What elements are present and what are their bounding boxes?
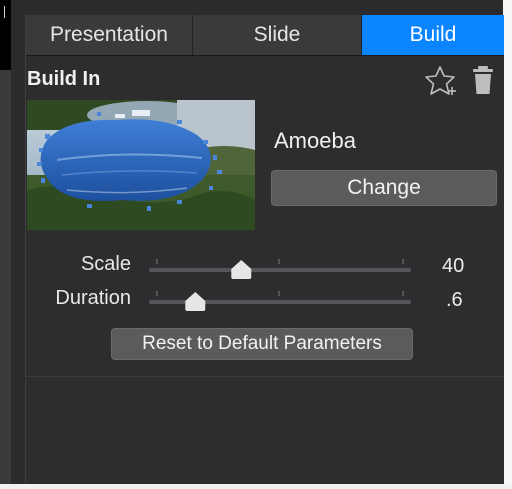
section-title: Build In [27,68,101,90]
trash-icon[interactable] [472,65,494,95]
right-edge [503,0,512,489]
reset-default-parameters-button[interactable]: Reset to Default Parameters [111,328,413,360]
effect-name: Amoeba [274,128,356,153]
left-edge [0,0,11,489]
star-plus-icon[interactable] [424,65,458,97]
scale-value: 40 [442,255,465,277]
left-edge-lower [0,70,11,489]
duration-value: .6 [446,289,463,311]
scale-slider[interactable] [149,255,411,281]
effect-preview-thumbnail [27,100,255,230]
bottom-edge [0,484,512,489]
duration-label: Duration [55,287,131,309]
inspector-tabs: Presentation Slide Build [26,15,504,56]
edge-tick [4,6,5,18]
slider-ticks [156,259,404,264]
duration-slider[interactable] [149,287,411,313]
tab-slide[interactable]: Slide [193,15,362,55]
section-divider [26,376,504,377]
inspector-panel: Presentation Slide Build Build In Amoeba… [25,15,504,484]
slider-thumb[interactable] [185,292,206,311]
tab-build[interactable]: Build [362,15,504,55]
scale-label: Scale [80,253,131,275]
slider-thumb[interactable] [231,260,252,279]
change-button[interactable]: Change [271,170,497,206]
slider-track [149,268,411,272]
app-window: Presentation Slide Build Build In Amoeba… [0,0,512,489]
tab-presentation[interactable]: Presentation [26,15,193,55]
